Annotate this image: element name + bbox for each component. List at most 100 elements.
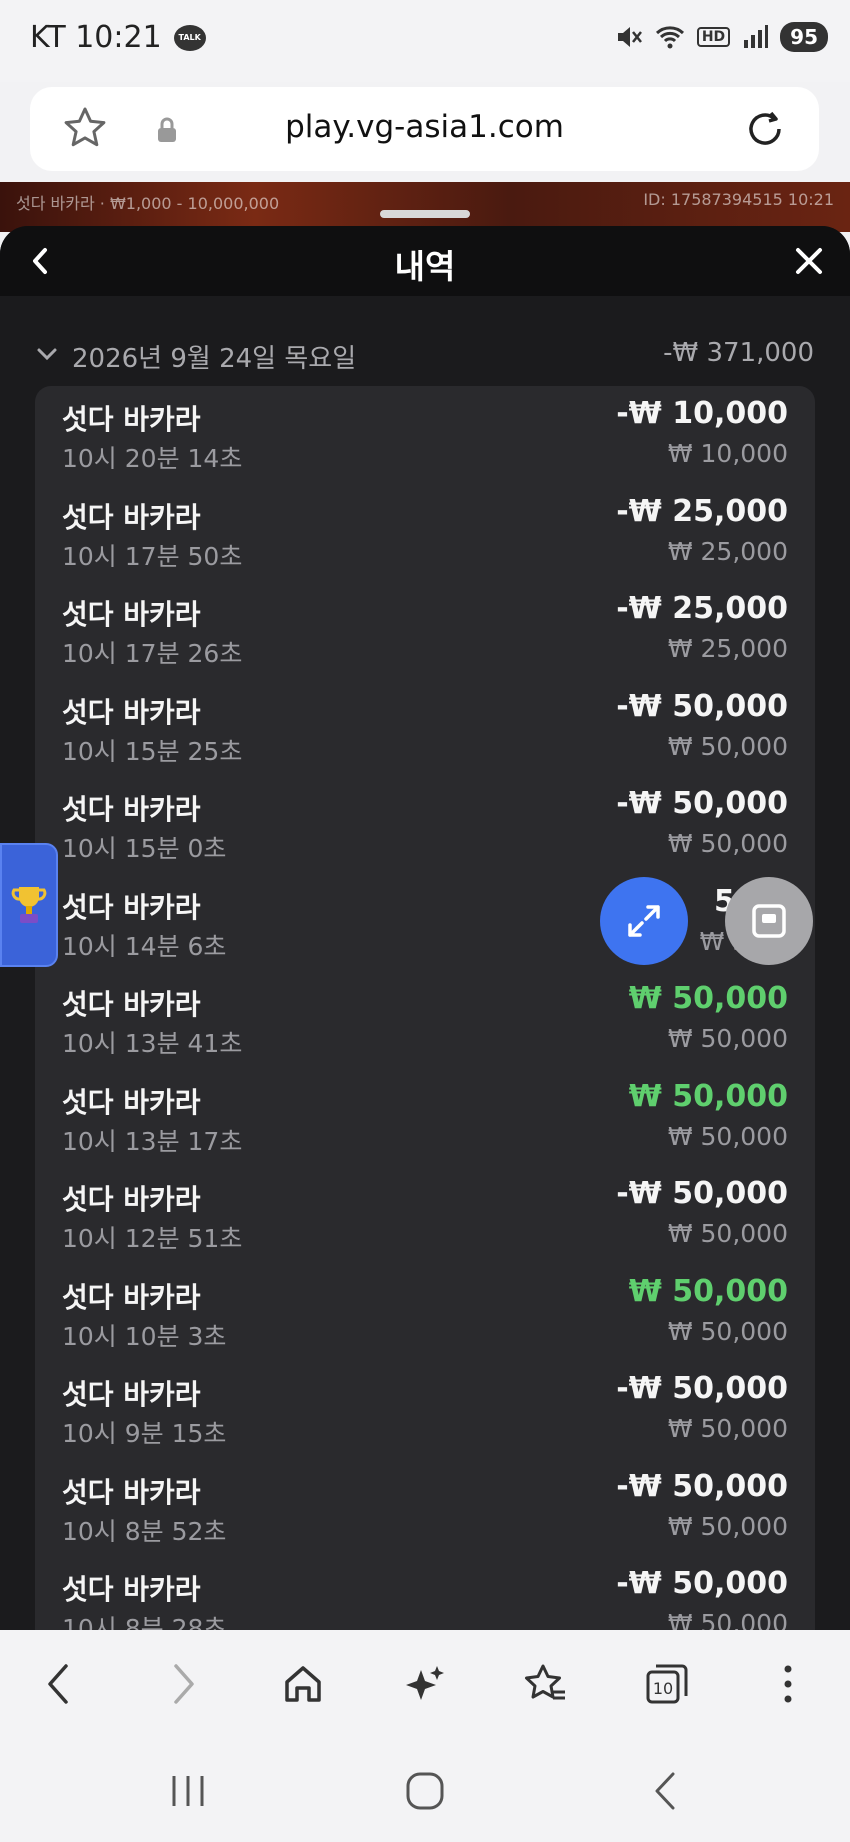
- item-amount: -₩ 25,000: [616, 493, 788, 529]
- battery-icon: 95: [780, 22, 828, 52]
- more-button[interactable]: [762, 1658, 814, 1710]
- home-nav-button[interactable]: [400, 1766, 450, 1816]
- tabs-count: 10: [653, 1679, 673, 1698]
- panel-title: 내역: [394, 247, 456, 286]
- browser-back-button[interactable]: [33, 1658, 85, 1710]
- list-item[interactable]: 섯다 바카라10시 14분 6초50,0₩ 50,0: [35, 874, 815, 971]
- nav-back-button[interactable]: [640, 1766, 690, 1816]
- history-list: 섯다 바카라 10시 20분 14초 -₩ 10,000 ₩ 10,000 섯다 바카라…: [35, 386, 815, 1630]
- list-item[interactable]: 섯다 바카라 10시 15분 0초 -₩ 50,000 ₩ 50,000: [35, 776, 815, 873]
- signal-icon: [744, 25, 769, 48]
- list-item[interactable]: 섯다 바카라 10시 20분 14초 -₩ 10,000 ₩ 10,000: [35, 386, 815, 483]
- favorites-icon: [525, 1664, 565, 1700]
- item-bet: ₩ 50,000: [667, 731, 788, 761]
- chat-talk-icon: TALK: [173, 24, 206, 51]
- item-time: 10시 13분 41초: [62, 1029, 243, 1058]
- status-left: KT 10:21 TALK: [30, 20, 206, 55]
- more-icon: [784, 1665, 792, 1703]
- list-item[interactable]: 섯다 바카라 10시 17분 50초 -₩ 25,000 ₩ 25,000: [35, 484, 815, 581]
- item-title: 섯다 바카라: [62, 1378, 201, 1411]
- item-title: 섯다 바카라: [62, 793, 201, 826]
- sparkle-icon: [406, 1666, 444, 1700]
- browser-forward-button[interactable]: [157, 1658, 209, 1710]
- item-title: 섯다 바카라: [62, 1183, 201, 1216]
- item-amount: -₩ 10,000: [616, 396, 788, 431]
- item-bet: ₩ 50,000: [667, 1511, 788, 1541]
- stop-button[interactable]: [725, 877, 813, 965]
- recents-icon: [172, 1776, 204, 1806]
- item-title: 섯다 바카라: [62, 1085, 201, 1119]
- ai-button[interactable]: [399, 1658, 451, 1710]
- game-background-strip: 섯다 바카라 · ₩1,000 - 10,000,000 ID: 1758739…: [0, 182, 850, 232]
- item-bet: ₩ 50,000: [667, 1024, 788, 1053]
- tabs-button[interactable]: 10: [641, 1658, 693, 1710]
- home-circle-icon: [406, 1772, 444, 1810]
- panel-header: 내역: [0, 226, 850, 296]
- item-title: 섯다 바카라: [62, 988, 201, 1021]
- home-button[interactable]: [277, 1658, 329, 1710]
- item-amount: -₩ 50,000: [616, 786, 788, 821]
- list-item[interactable]: 섯다 바카라 10시 12분 51초 -₩ 50,000 ₩ 50,000: [35, 1166, 815, 1263]
- item-time: 10시 15분 25초: [62, 736, 243, 766]
- item-amount: ₩ 50,000: [628, 1078, 788, 1114]
- item-bet: ₩ 10,000: [667, 439, 788, 468]
- date-total: -₩ 371,000: [663, 338, 814, 368]
- list-item[interactable]: 섯다 바카라 10시 8분 28초 -₩ 50,000 ₩ 50,000: [35, 1556, 815, 1630]
- item-bet: ₩ 50,000: [667, 1121, 788, 1151]
- list-item[interactable]: 섯다 바카라 10시 10분 3초 ₩ 50,000 ₩ 50,000: [35, 1264, 815, 1361]
- list-item[interactable]: 섯다 바카라 10시 8분 52초 -₩ 50,000 ₩ 50,000: [35, 1459, 815, 1556]
- url-bar[interactable]: play.vg-asia1.com: [30, 87, 819, 171]
- item-time: 10시 17분 26초: [62, 639, 243, 668]
- item-time: 10시 9분 15초: [62, 1419, 227, 1448]
- close-icon[interactable]: [794, 246, 824, 276]
- expand-icon: [628, 905, 660, 937]
- trophy-tab[interactable]: [0, 843, 58, 967]
- item-title: 섯다 바카라: [62, 500, 201, 534]
- game-limits-text: 섯다 바카라 · ₩1,000 - 10,000,000: [16, 194, 280, 213]
- reload-icon[interactable]: [743, 107, 787, 151]
- list-item[interactable]: 섯다 바카라 10시 13분 41초 ₩ 50,000 ₩ 50,000: [35, 971, 815, 1068]
- date-label: 2026년 9월 24일 목요일: [72, 344, 357, 374]
- trophy-icon: [11, 887, 47, 923]
- item-time: 10시 20분 14초: [62, 444, 243, 473]
- system-nav-bar: [0, 1738, 850, 1842]
- home-icon: [285, 1666, 321, 1702]
- item-bet: ₩ 50,000: [667, 1219, 788, 1248]
- item-bet: ₩ 50,000: [667, 1609, 788, 1630]
- item-amount: ₩ 50,000: [628, 981, 788, 1016]
- item-time: 10시 8분 52초: [62, 1516, 227, 1546]
- item-time: 10시 15분 0초: [62, 834, 227, 863]
- mute-icon: [617, 27, 642, 47]
- history-panel: 내역 2026년 9월 24일 목요일 -₩ 371,000 섯다 바카라 10시…: [0, 226, 850, 1630]
- item-amount: -₩ 50,000: [616, 1371, 788, 1406]
- favorites-button[interactable]: [520, 1658, 572, 1710]
- item-title: 섯다 바카라: [62, 1280, 201, 1314]
- item-bet: ₩ 50,000: [667, 829, 788, 858]
- item-amount: ₩ 50,000: [628, 1273, 788, 1309]
- item-bet: ₩ 50,000: [667, 1316, 788, 1346]
- url-text[interactable]: play.vg-asia1.com: [30, 109, 819, 145]
- status-bar: KT 10:21 TALK HD 95: [0, 0, 850, 82]
- expand-button[interactable]: [600, 877, 688, 965]
- list-item[interactable]: 섯다 바카라 10시 17분 26초 -₩ 25,000 ₩ 25,000: [35, 581, 815, 678]
- item-amount: -₩ 25,000: [616, 591, 788, 626]
- list-item[interactable]: 섯다 바카라 10시 9분 15초 -₩ 50,000 ₩ 50,000: [35, 1361, 815, 1458]
- chevron-down-icon[interactable]: [36, 346, 58, 362]
- status-right: HD 95: [615, 22, 828, 52]
- item-title: 섯다 바카라: [62, 598, 201, 631]
- item-time: 10시 12분 51초: [62, 1224, 243, 1253]
- wifi-icon: [655, 26, 684, 49]
- stop-icon: [752, 904, 786, 938]
- item-title: 섯다 바카라: [62, 1475, 201, 1509]
- item-bet: ₩ 25,000: [667, 634, 788, 663]
- item-bet: ₩ 50,000: [667, 1414, 788, 1443]
- tabs-icon: 10: [646, 1664, 688, 1704]
- item-time: 10시 8분 28초: [62, 1614, 227, 1630]
- drag-handle[interactable]: [380, 210, 470, 218]
- recents-button[interactable]: [163, 1766, 213, 1816]
- item-bet: ₩ 25,000: [667, 536, 788, 566]
- date-group-header[interactable]: 2026년 9월 24일 목요일 -₩ 371,000: [36, 338, 814, 378]
- item-title: 섯다 바카라: [62, 403, 201, 436]
- list-item[interactable]: 섯다 바카라 10시 13분 17초 ₩ 50,000 ₩ 50,000: [35, 1069, 815, 1166]
- list-item[interactable]: 섯다 바카라 10시 15분 25초 -₩ 50,000 ₩ 50,000: [35, 679, 815, 776]
